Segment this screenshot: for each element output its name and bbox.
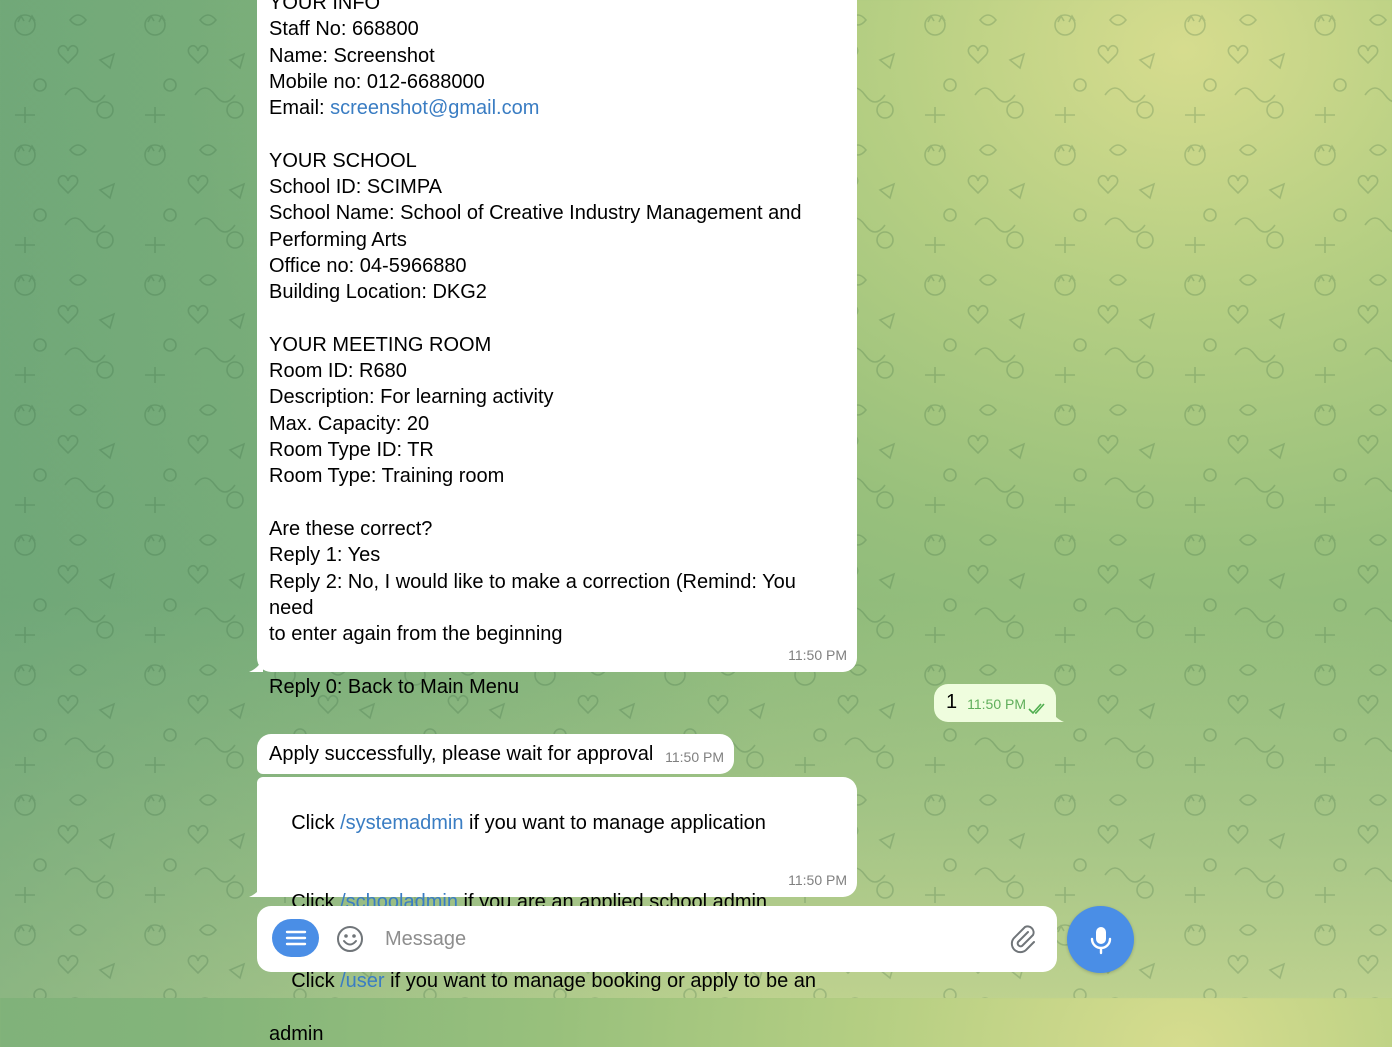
microphone-icon bbox=[1090, 926, 1111, 954]
message-line: Reply 1: Yes bbox=[269, 544, 381, 567]
command-description: if you want to manage application bbox=[463, 812, 766, 835]
message-line: Building Location: DKG2 bbox=[269, 281, 487, 304]
email-link[interactable]: screenshot@gmail.com bbox=[330, 97, 539, 119]
message-commands: Click /systemadmin if you want to manage… bbox=[249, 777, 857, 1045]
message-line: School Name: School of Creative Industry… bbox=[269, 202, 802, 225]
command-description: if you want to manage booking or apply t… bbox=[384, 970, 816, 993]
message-text: Apply successfully, please wait for appr… bbox=[269, 743, 654, 765]
message-text: YOUR INFO Staff No: 668800 Name: Screensho… bbox=[269, 0, 845, 700]
message-line: Reply 0: Back to Main Menu bbox=[269, 675, 520, 698]
command-row-continued: admin bbox=[269, 1022, 324, 1045]
message-user-info: YOUR INFO Staff No: 668800 Name: Screensho… bbox=[249, 0, 857, 698]
user-command-link[interactable]: /user bbox=[340, 970, 384, 992]
command-row: Click /systemadmin if you want to manage… bbox=[269, 784, 845, 863]
message-line: YOUR SCHOOL bbox=[269, 149, 417, 172]
message-line: Room Type: Training room bbox=[269, 465, 505, 488]
message-line: Performing Arts bbox=[269, 228, 407, 251]
message-line: Mobile no: 012-6688000 bbox=[269, 70, 485, 93]
message-line: YOUR INFO bbox=[269, 0, 381, 14]
message-outgoing: 1 11:50 PM bbox=[934, 684, 1064, 722]
message-line: Staff No: 668800 bbox=[269, 18, 419, 41]
command-prefix: Click bbox=[291, 812, 341, 835]
message-input[interactable]: Message bbox=[385, 924, 985, 954]
message-line: Name: Screenshot bbox=[269, 44, 435, 67]
message-line: YOUR MEETING ROOM bbox=[269, 333, 492, 356]
message-line: School ID: SCIMPA bbox=[269, 176, 443, 199]
message-line: Max. Capacity: 20 bbox=[269, 412, 430, 435]
message-time: 11:50 PM bbox=[967, 695, 1026, 712]
voice-record-button[interactable] bbox=[1067, 906, 1134, 973]
message-line: Office no: 04-5966880 bbox=[269, 254, 467, 277]
paperclip-icon[interactable] bbox=[1007, 923, 1039, 955]
message-line: Reply 2: No, I would like to make a corr… bbox=[269, 570, 802, 619]
message-line: Room ID: R680 bbox=[269, 360, 407, 383]
bubble-tail bbox=[1050, 708, 1064, 722]
message-time: 11:50 PM bbox=[665, 748, 724, 765]
message-time: 11:50 PM bbox=[788, 646, 847, 663]
menu-icon bbox=[285, 930, 306, 946]
bubble-tail bbox=[249, 658, 263, 672]
message-line: Room Type ID: TR bbox=[269, 439, 434, 462]
systemadmin-command-link[interactable]: /systemadmin bbox=[340, 812, 463, 834]
bubble-tail bbox=[249, 883, 263, 897]
message-time: 11:50 PM bbox=[788, 871, 847, 888]
double-check-icon bbox=[1028, 703, 1045, 715]
message-text: 1 bbox=[946, 691, 958, 713]
message-composer: Message bbox=[257, 906, 1057, 972]
message-line: Description: For learning activity bbox=[269, 386, 554, 409]
message-line: Email: screenshot@gmail.com bbox=[269, 97, 540, 120]
message-line: Are these correct? bbox=[269, 517, 433, 540]
bot-menu-button[interactable] bbox=[272, 919, 319, 957]
message-apply-status: Apply successfully, please wait for appr… bbox=[257, 734, 734, 774]
smile-icon[interactable] bbox=[335, 924, 365, 954]
command-prefix: Click bbox=[291, 970, 341, 993]
message-line: to enter again from the beginning bbox=[269, 623, 563, 646]
